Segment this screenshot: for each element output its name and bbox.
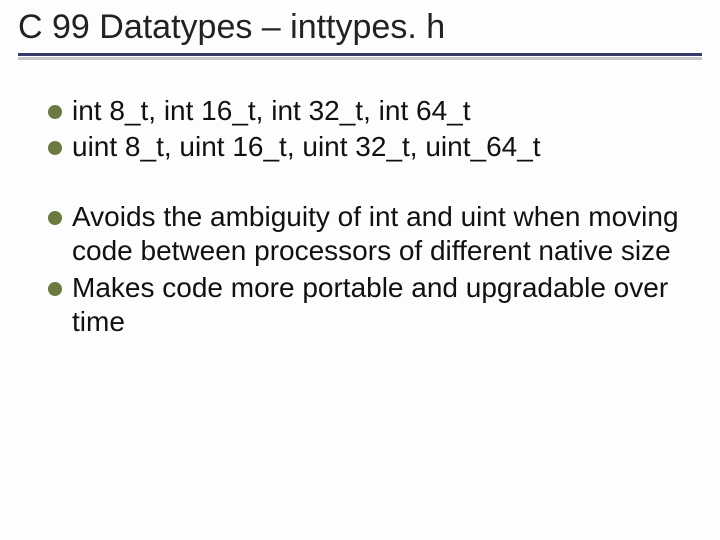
slide: C 99 Datatypes – inttypes. h int 8_t, in…: [0, 0, 720, 540]
bullet-icon: [48, 141, 62, 155]
slide-title: C 99 Datatypes – inttypes. h: [18, 8, 702, 47]
bullet-icon: [48, 105, 62, 119]
bullet-text: uint 8_t, uint 16_t, uint 32_t, uint_64_…: [72, 130, 680, 164]
bullet-text: Makes code more portable and upgradable …: [72, 271, 680, 339]
list-item: Makes code more portable and upgradable …: [48, 271, 680, 339]
bullet-icon: [48, 282, 62, 296]
title-area: C 99 Datatypes – inttypes. h: [0, 0, 720, 60]
bullet-text: int 8_t, int 16_t, int 32_t, int 64_t: [72, 94, 680, 128]
list-item: Avoids the ambiguity of int and uint whe…: [48, 200, 680, 268]
bullet-group-1: int 8_t, int 16_t, int 32_t, int 64_t ui…: [48, 94, 680, 164]
list-item: uint 8_t, uint 16_t, uint 32_t, uint_64_…: [48, 130, 680, 164]
slide-body: int 8_t, int 16_t, int 32_t, int 64_t ui…: [0, 60, 720, 339]
bullet-group-2: Avoids the ambiguity of int and uint whe…: [48, 200, 680, 339]
title-underline: [18, 53, 702, 56]
list-item: int 8_t, int 16_t, int 32_t, int 64_t: [48, 94, 680, 128]
bullet-text: Avoids the ambiguity of int and uint whe…: [72, 200, 680, 268]
bullet-icon: [48, 211, 62, 225]
